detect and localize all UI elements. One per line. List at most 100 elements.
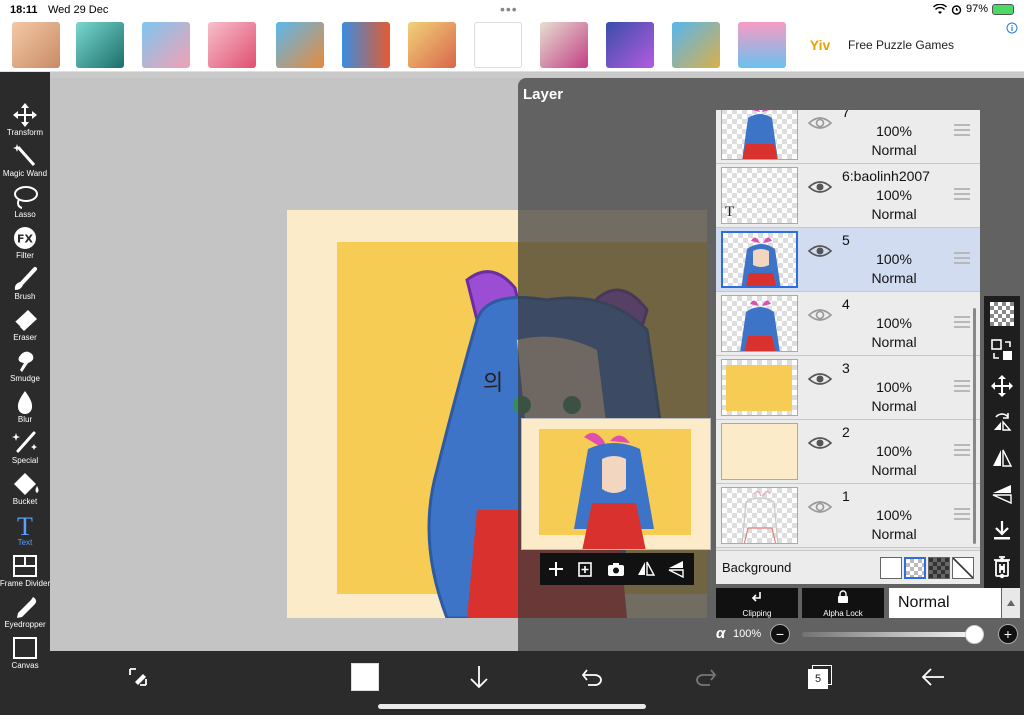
ad-game-thumbnail[interactable] — [606, 22, 654, 68]
layer-list[interactable]: 7 100% Normal T 6:baolinh2007 100% Norma… — [716, 110, 980, 584]
undo-button[interactable] — [572, 661, 612, 693]
ad-game-thumbnail[interactable] — [208, 22, 256, 68]
layer-drag-handle-icon[interactable] — [954, 124, 970, 136]
layer-visibility-eye-icon[interactable] — [808, 435, 832, 451]
tool-eyedropper[interactable]: Eyedropper — [0, 594, 50, 635]
ad-game-thumbnail[interactable] — [540, 22, 588, 68]
layer-visibility-eye-icon[interactable] — [808, 371, 832, 387]
tool-magic-wand[interactable]: Magic Wand — [0, 143, 50, 184]
redo-button[interactable] — [686, 661, 726, 693]
background-white-swatch[interactable] — [880, 557, 902, 579]
ad-brand-logo[interactable]: Yiv — [800, 28, 840, 62]
blend-mode-dropdown-arrow-icon[interactable] — [1002, 588, 1020, 618]
ad-banner[interactable]: Yiv Free Puzzle Games — [0, 20, 1024, 72]
flip-horizontal-icon[interactable] — [634, 557, 658, 581]
tool-lasso[interactable]: Lasso — [0, 184, 50, 225]
layer-row[interactable]: T 6:baolinh2007 100% Normal — [716, 164, 980, 228]
tool-transform[interactable]: Transform — [0, 102, 50, 143]
layer-panel-title: Layer — [523, 86, 564, 103]
ad-game-thumbnail[interactable] — [76, 22, 124, 68]
layer-drag-handle-icon[interactable] — [954, 316, 970, 328]
background-layer-row[interactable]: Background — [716, 550, 980, 584]
ad-text[interactable]: Free Puzzle Games — [848, 38, 954, 52]
layer-row[interactable]: 7 100% Normal — [716, 110, 980, 164]
tool-blur[interactable]: Blur — [0, 389, 50, 430]
opacity-decrease-button[interactable]: − — [770, 624, 790, 644]
layer-thumbnail[interactable] — [721, 487, 798, 544]
layer-drag-handle-icon[interactable] — [954, 380, 970, 392]
ad-game-thumbnail[interactable] — [474, 22, 522, 68]
layer-visibility-eye-icon[interactable] — [808, 115, 832, 131]
tool-canvas[interactable]: Canvas — [0, 635, 50, 676]
layer-drag-handle-icon[interactable] — [954, 188, 970, 200]
layer-drag-handle-icon[interactable] — [954, 252, 970, 264]
quick-transform-button[interactable] — [118, 661, 158, 693]
add-layer-copy-icon[interactable] — [573, 557, 597, 581]
home-indicator[interactable] — [378, 704, 646, 709]
layer-row[interactable]: 4 100% Normal — [716, 292, 980, 356]
background-checker-swatch[interactable] — [904, 557, 926, 579]
download-button[interactable] — [459, 661, 499, 693]
flip-vertical-icon[interactable] — [664, 557, 688, 581]
ad-info-icon[interactable] — [1006, 22, 1018, 37]
layer-row-selected[interactable]: 5 100% Normal — [716, 228, 980, 292]
opacity-slider-knob[interactable] — [965, 625, 984, 644]
layer-blend-mode: Normal — [871, 206, 917, 222]
tool-frame-divider[interactable]: Frame Divider — [0, 553, 50, 594]
layers-button[interactable]: 5 — [800, 661, 840, 693]
layer-row[interactable]: 2 100% Normal — [716, 420, 980, 484]
ad-game-thumbnail[interactable] — [738, 22, 786, 68]
layer-drag-handle-icon[interactable] — [954, 444, 970, 456]
ad-game-thumbnail[interactable] — [342, 22, 390, 68]
more-options-icon[interactable] — [996, 556, 1008, 580]
move-arrows-icon[interactable] — [990, 374, 1014, 398]
rotate-layer-icon[interactable] — [990, 410, 1014, 434]
layer-drag-handle-icon[interactable] — [954, 508, 970, 520]
layer-thumbnail[interactable] — [721, 110, 798, 160]
ad-game-thumbnail[interactable] — [672, 22, 720, 68]
tool-text[interactable]: T Text — [0, 512, 50, 553]
back-button[interactable] — [913, 661, 953, 693]
layer-list-scrollbar[interactable] — [973, 308, 976, 544]
tool-brush[interactable]: Brush — [0, 266, 50, 307]
tool-special[interactable]: Special — [0, 430, 50, 471]
eraser-icon — [14, 310, 37, 331]
flip-layer-horizontal-icon[interactable] — [990, 446, 1014, 470]
ad-game-thumbnail[interactable] — [408, 22, 456, 68]
layer-row[interactable]: 3 100% Normal — [716, 356, 980, 420]
multitask-dots-icon[interactable]: ••• — [500, 1, 518, 17]
layer-visibility-eye-icon[interactable] — [808, 179, 832, 195]
layer-visibility-eye-icon[interactable] — [808, 499, 832, 515]
layer-thumbnail[interactable] — [721, 231, 798, 288]
tool-eraser[interactable]: Eraser — [0, 307, 50, 348]
layer-preview-thumbnail[interactable] — [521, 418, 711, 550]
clipping-button[interactable]: Clipping — [716, 588, 798, 618]
add-layer-icon[interactable] — [544, 557, 568, 581]
status-bar: 18:11 Wed 29 Dec ••• 97% — [0, 0, 1024, 20]
layer-visibility-eye-icon[interactable] — [808, 307, 832, 323]
background-dark-checker-swatch[interactable] — [928, 557, 950, 579]
layer-transfer-icon[interactable] — [990, 338, 1014, 362]
layer-thumbnail[interactable] — [721, 423, 798, 480]
primary-color-swatch[interactable] — [345, 661, 385, 693]
background-none-swatch[interactable] — [952, 557, 974, 579]
layer-row[interactable]: 1 100% Normal — [716, 484, 980, 548]
ad-game-thumbnail[interactable] — [12, 22, 60, 68]
tool-bucket[interactable]: Bucket — [0, 471, 50, 512]
layer-thumbnail[interactable]: T — [721, 167, 798, 224]
tool-smudge[interactable]: Smudge — [0, 348, 50, 389]
alpha-lock-button[interactable]: Alpha Lock — [802, 588, 884, 618]
camera-icon[interactable] — [604, 557, 628, 581]
ad-game-thumbnail[interactable] — [142, 22, 190, 68]
layer-visibility-eye-icon[interactable] — [808, 243, 832, 259]
ad-game-thumbnail[interactable] — [276, 22, 324, 68]
flip-layer-vertical-icon[interactable] — [990, 482, 1014, 506]
layer-thumbnail[interactable] — [721, 359, 798, 416]
checkerboard-icon[interactable] — [990, 302, 1014, 326]
opacity-increase-button[interactable]: + — [998, 624, 1018, 644]
blend-mode-select[interactable]: Normal — [889, 588, 1001, 618]
tool-filter[interactable]: FX Filter — [0, 225, 50, 266]
opacity-slider[interactable] — [802, 625, 984, 644]
merge-down-icon[interactable] — [990, 518, 1014, 542]
layer-thumbnail[interactable] — [721, 295, 798, 352]
